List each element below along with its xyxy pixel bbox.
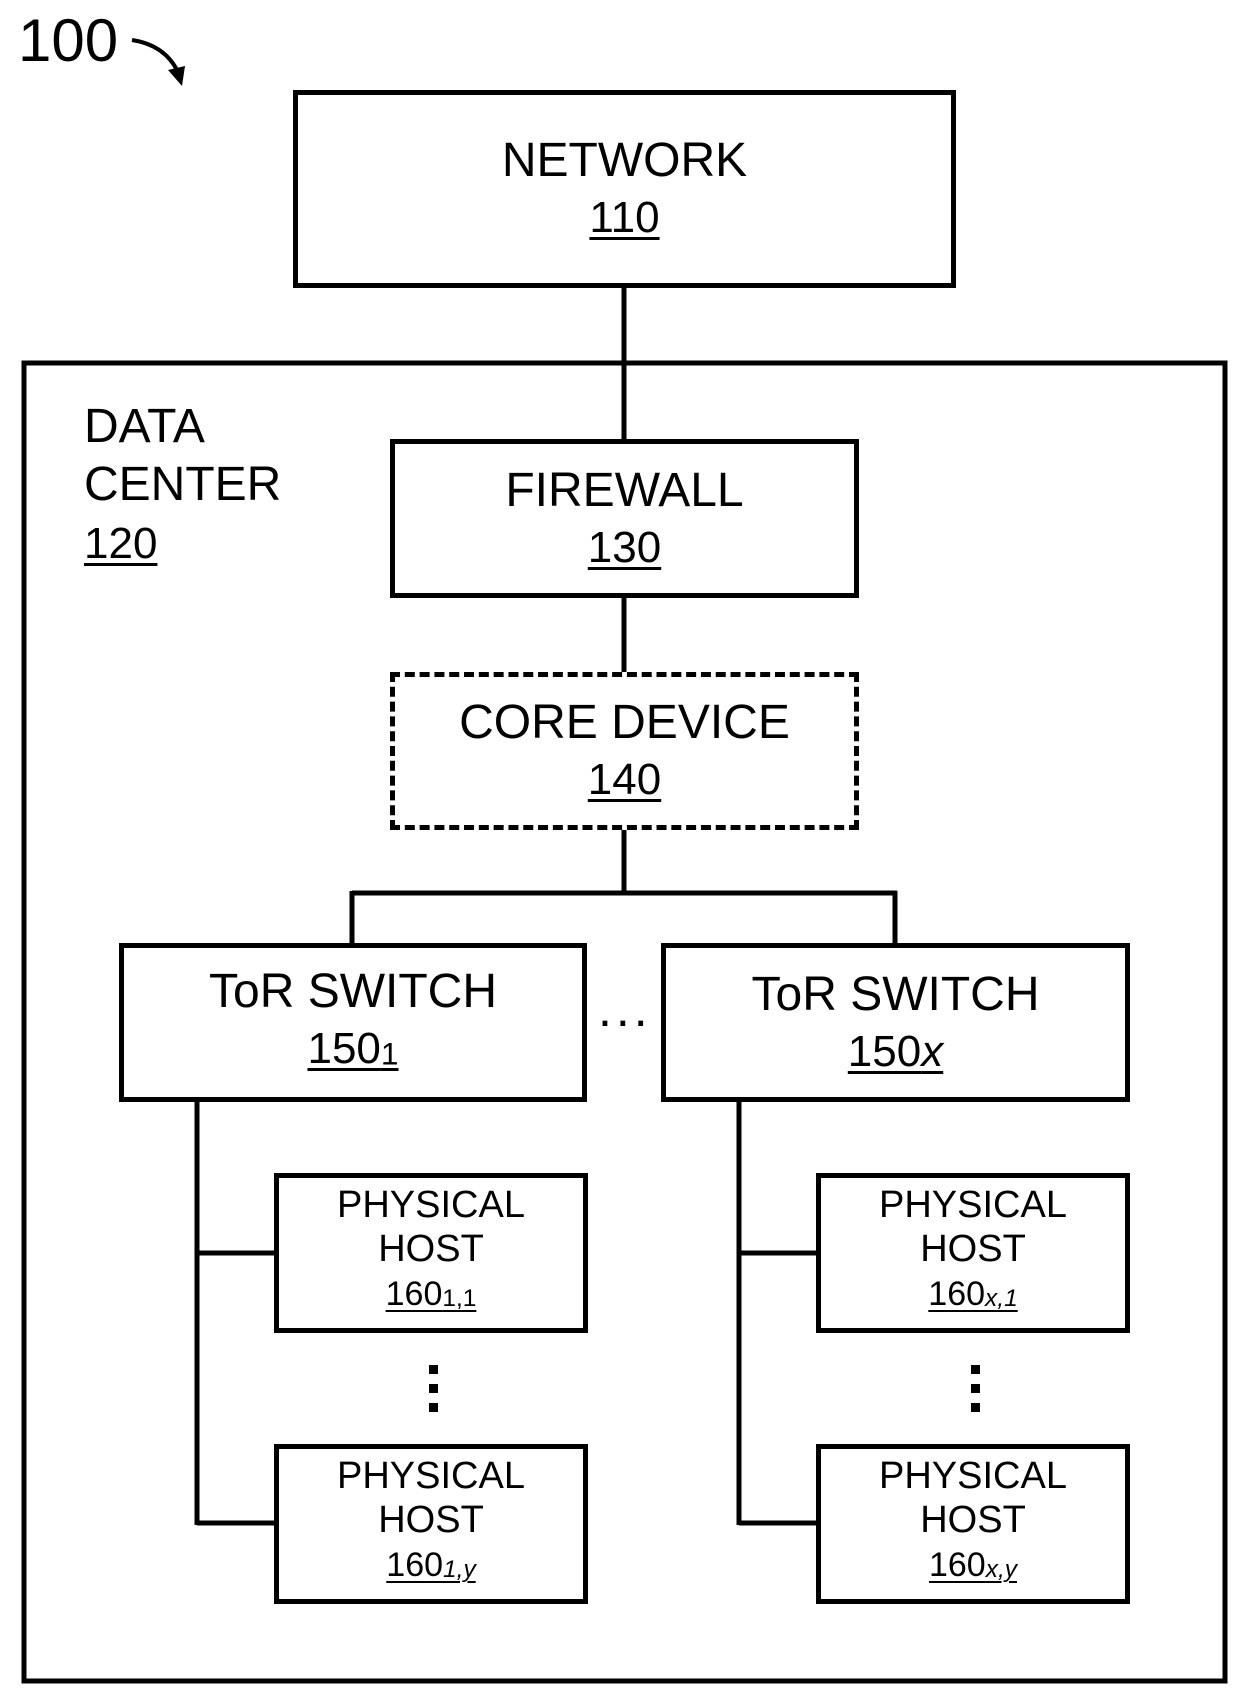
physical-host-1-y-ref: 1601,y xyxy=(386,1546,476,1585)
firewall-ref: 130 xyxy=(587,522,662,572)
tor-switch-1-ref: 1501 xyxy=(307,1024,399,1074)
network-box: NETWORK 110 xyxy=(293,90,956,288)
firewall-box: FIREWALL 130 xyxy=(390,439,859,598)
host-ellipsis-1 xyxy=(429,1365,439,1422)
tor-switch-ellipsis: ... xyxy=(598,981,652,1037)
physical-host-1-y-box: PHYSICAL HOST 1601,y xyxy=(274,1444,588,1604)
network-label: NETWORK xyxy=(501,134,748,187)
firewall-label: FIREWALL xyxy=(505,463,744,517)
figure-pointer-arrow xyxy=(131,38,180,73)
tor-switch-1-label: ToR SWITCH xyxy=(209,965,497,1019)
core-device-label: CORE DEVICE xyxy=(459,696,790,749)
data-center-label: DATA CENTER 120 xyxy=(84,398,281,572)
physical-host-x-y-box: PHYSICAL HOST 160x,y xyxy=(816,1444,1130,1604)
tor-switch-1-box: ToR SWITCH 1501 xyxy=(119,943,587,1102)
physical-host-x-1-ref: 160x,1 xyxy=(928,1275,1018,1314)
physical-host-x-y-ref: 160x,y xyxy=(928,1546,1017,1585)
figure-pointer-arrowhead xyxy=(168,66,185,86)
core-device-ref: 140 xyxy=(587,755,662,804)
host-ellipsis-x xyxy=(971,1365,981,1422)
data-center-ref: 120 xyxy=(84,519,158,568)
core-device-box: CORE DEVICE 140 xyxy=(390,672,859,830)
physical-host-1-1-box: PHYSICAL HOST 1601,1 xyxy=(274,1173,588,1333)
tor-switch-x-label: ToR SWITCH xyxy=(751,967,1040,1021)
tor-switch-x-ref: 150x xyxy=(847,1026,944,1076)
physical-host-1-1-ref: 1601,1 xyxy=(385,1275,477,1314)
tor-switch-x-box: ToR SWITCH 150x xyxy=(661,943,1130,1102)
network-ref: 110 xyxy=(589,193,660,242)
physical-host-x-1-box: PHYSICAL HOST 160x,1 xyxy=(816,1173,1130,1333)
